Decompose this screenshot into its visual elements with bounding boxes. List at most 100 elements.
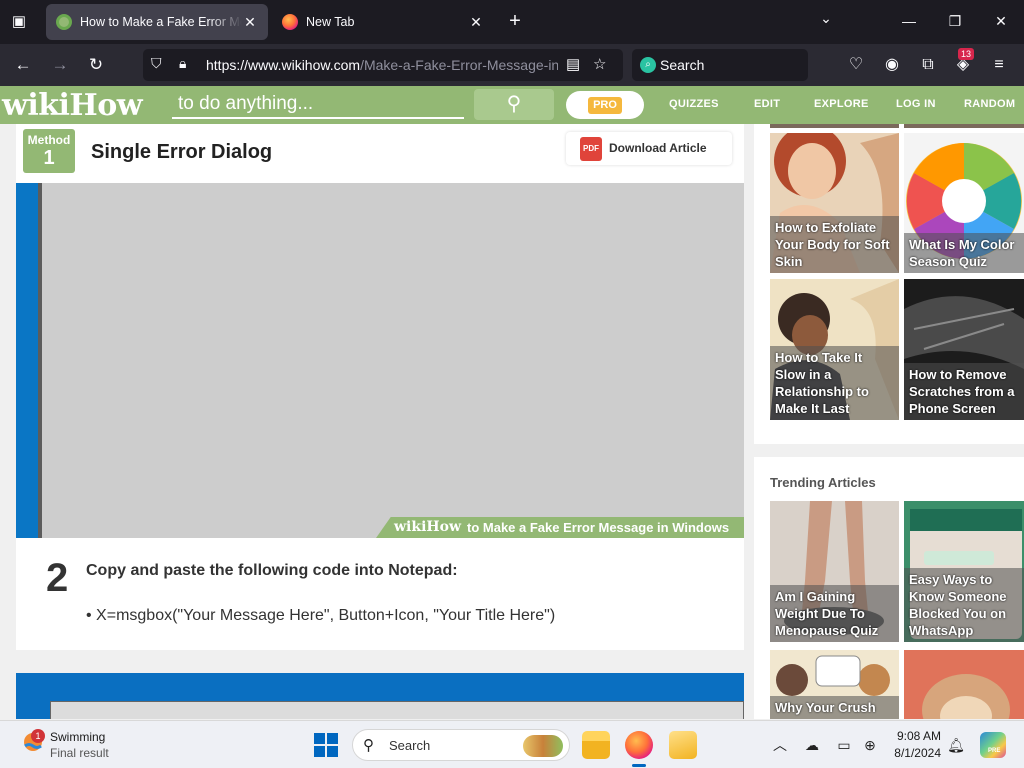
firefox-icon[interactable] [625,731,653,759]
next-step-image[interactable] [16,673,744,719]
reader-view-icon[interactable]: ▤ [566,55,580,73]
wikihow-watermark: wikiHow to Make a Fake Error Message in … [376,517,744,538]
related-card-title: What Is My Color Season Quiz [904,233,1024,273]
method-badge: Method 1 [23,129,75,173]
wikihow-logo[interactable]: wikiHow [2,88,143,123]
clock-time[interactable]: 9:08 AM [895,729,941,743]
windows-taskbar: 1 Swimming Final result ⚲ Search ︿ ☁ ▭ ⊕… [0,720,1024,768]
notepad-icon[interactable] [669,731,697,759]
method-label: Method [27,133,71,147]
display-icon[interactable]: ▭ [834,735,854,755]
tab-new-tab[interactable]: New Tab ✕ [272,4,494,40]
clock-date[interactable]: 8/1/2024 [887,746,941,760]
related-card-strip [904,124,1024,128]
onedrive-icon[interactable]: ☁ [802,735,822,755]
browser-tab-bar: ▣ How to Make a Fake Error Message in Wi… [0,0,1024,44]
watermark-text: to Make a Fake Error Message in Windows [467,520,730,535]
back-arrow-icon[interactable]: ← [10,52,36,78]
pdf-icon: PDF [580,137,602,161]
close-tab-icon[interactable]: ✕ [468,14,484,31]
notification-badge: 1 [31,729,45,743]
trending-card-title: Easy Ways to Know Someone Blocked You on… [904,568,1024,642]
nav-edit[interactable]: EDIT [754,98,780,110]
trending-card-menopause[interactable]: Am I Gaining Weight Due To Menopause Qui… [770,501,899,642]
related-card-exfoliate[interactable]: How to Exfoliate Your Body for Soft Skin [770,133,899,273]
notification-bell-icon[interactable]: 🔔︎ [946,735,966,755]
search-highlight-icon [523,735,563,757]
wikihow-search-input[interactable]: to do anything... [172,90,464,119]
reload-icon[interactable]: ↻ [83,52,109,78]
extensions-puzzle-icon[interactable]: ⧉ [915,52,941,78]
wikihow-header: wikiHow to do anything... ⚲ PRO QUIZZES … [0,86,1024,124]
watermark-logo-wiki: wiki [394,519,427,535]
download-article-button[interactable]: PDF Download Article [566,132,732,165]
nav-log-in[interactable]: LOG IN [896,98,936,110]
step-image-window-edge [16,183,42,538]
chevron-down-icon[interactable]: ⌄ [816,10,836,27]
file-explorer-icon[interactable] [582,731,610,759]
forward-arrow-icon[interactable]: → [47,52,73,78]
step-text: Copy and paste the following code into N… [86,562,458,579]
network-icon[interactable]: ⊕ [860,735,880,755]
tab-title: New Tab [306,15,355,29]
taskbar-search-text: Search [389,738,431,753]
browser-search-bar[interactable]: ⌕ Search [632,49,808,81]
trending-card-crush[interactable]: Why Your Crush [770,650,899,719]
active-app-indicator [632,764,646,767]
related-card-title: How to Remove Scratches from a Phone Scr… [904,363,1024,420]
logo-how: How [69,88,143,123]
url-path: /Make-a-Fake-Error-Message-in-Windows [360,57,558,73]
lock-icon[interactable]: 🔒︎ [179,55,186,72]
next-step-window-preview [50,701,744,719]
bookmark-star-icon[interactable]: ☆ [593,55,606,73]
account-icon[interactable]: ◉ [879,52,905,78]
method-number: 1 [43,147,55,169]
wikihow-search-button[interactable]: ⚲ [474,89,554,120]
taskbar-search-box[interactable]: ⚲ Search [352,729,570,761]
trending-card-hedgehog[interactable] [904,650,1024,719]
related-card-take-it-slow[interactable]: How to Take It Slow in a Relationship to… [770,279,899,420]
tab-list-icon[interactable]: ▣ [8,12,30,32]
article-card: Method 1 Single Error Dialog PDF Downloa… [16,124,744,650]
chevron-up-icon[interactable]: ︿ [770,735,790,755]
wikihow-favicon-icon [56,14,72,30]
search-placeholder: Search [660,57,705,73]
windows-start-icon[interactable] [314,733,338,757]
tab-title: How to Make a Fake Error Message in Wind… [80,15,242,29]
new-tab-plus-icon[interactable]: + [505,10,525,34]
nav-explore[interactable]: EXPLORE [814,98,869,110]
code-text: X=msgbox("Your Message Here", Button+Ico… [96,607,556,624]
widget-subtitle: Final result [50,746,109,760]
search-engine-icon: ⌕ [640,57,656,73]
trending-card-whatsapp[interactable]: Easy Ways to Know Someone Blocked You on… [904,501,1024,642]
related-card-remove-scratches[interactable]: How to Remove Scratches from a Phone Scr… [904,279,1024,420]
related-card-title: How to Take It Slow in a Relationship to… [770,346,899,420]
copilot-pre-label: PRE [988,748,1001,754]
related-card-title: How to Exfoliate Your Body for Soft Skin [770,216,899,273]
widget-title: Swimming [50,730,106,744]
minimize-icon[interactable]: — [896,8,922,34]
url-bar[interactable]: ⛉ 🔒︎ https://www.wikihow.com/Make-a-Fake… [143,49,623,81]
nav-quizzes[interactable]: QUIZZES [669,98,719,110]
method-title: Single Error Dialog [91,141,273,163]
menu-hamburger-icon[interactable]: ≡ [986,52,1012,78]
shield-icon[interactable]: ⛉ [151,55,162,72]
close-window-icon[interactable]: ✕ [988,8,1014,34]
pro-button[interactable]: PRO [566,91,644,119]
restore-icon[interactable]: ❐ [942,8,968,34]
step-number: 2 [46,556,69,600]
step-image[interactable]: wikiHow to Make a Fake Error Message in … [16,183,744,538]
copilot-icon[interactable] [980,732,1006,758]
wikihow-search-placeholder: to do anything... [178,93,314,114]
code-bullet: • X=msgbox("Your Message Here", Button+I… [86,607,556,624]
related-card-color-season[interactable]: What Is My Color Season Quiz [904,133,1024,273]
url-text[interactable]: https://www.wikihow.com/Make-a-Fake-Erro… [206,57,558,73]
url-host: https://www.wikihow.com [206,57,361,73]
nav-random[interactable]: RANDOM [964,98,1015,110]
pocket-icon[interactable]: ♡ [843,52,869,78]
search-icon: ⚲ [506,93,522,115]
download-label: Download Article [609,141,707,155]
tab-wikihow[interactable]: How to Make a Fake Error Message in Wind… [46,4,268,40]
close-tab-icon[interactable]: ✕ [242,14,258,31]
logo-wiki: wiki [2,88,70,123]
